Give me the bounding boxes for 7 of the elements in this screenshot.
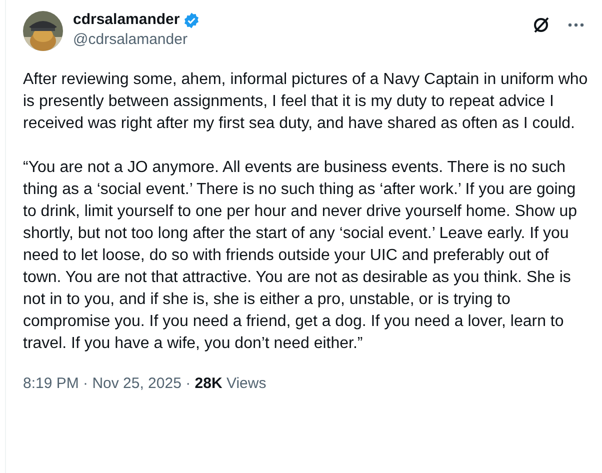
post-paragraph: After reviewing some, ahem, informal pictures of a Navy Captain in uniform who is presently between assignments, I feel that it is my duty to repeat advice I received was right after my first sea duty, and have shared as often as I could. [23,70,589,134]
post-paragraph: “You are not a JO anymore. All events are business events. There is no such thing as a ‘social event.’ There is no such thing as ‘after work.’ If you are going to drink, limit yourself to one per hour and never drive yourself home. Show up shortly, but not too long after the start of any ‘social event.’ Leave early. If you need to let loose, do so with friends outside your UIC and preferably out of town. You are not that attractive. You are not as desirable as you think. She is not in to you, and if she is, she is either a pro, unstable, or is trying to compromise you. If you need a friend, get a dog. If you need a lover, learn to travel. If you have a wife, you don’t need either.” [23,158,578,354]
author-handle[interactable]: @cdrsalamander [73,30,200,50]
grok-icon[interactable] [532,16,550,34]
more-icon[interactable] [568,23,584,27]
post-timestamp-views: 8:19 PM · Nov 25, 2025 · 28K Views [23,374,268,394]
author-name[interactable]: cdrsalamander [73,10,180,30]
